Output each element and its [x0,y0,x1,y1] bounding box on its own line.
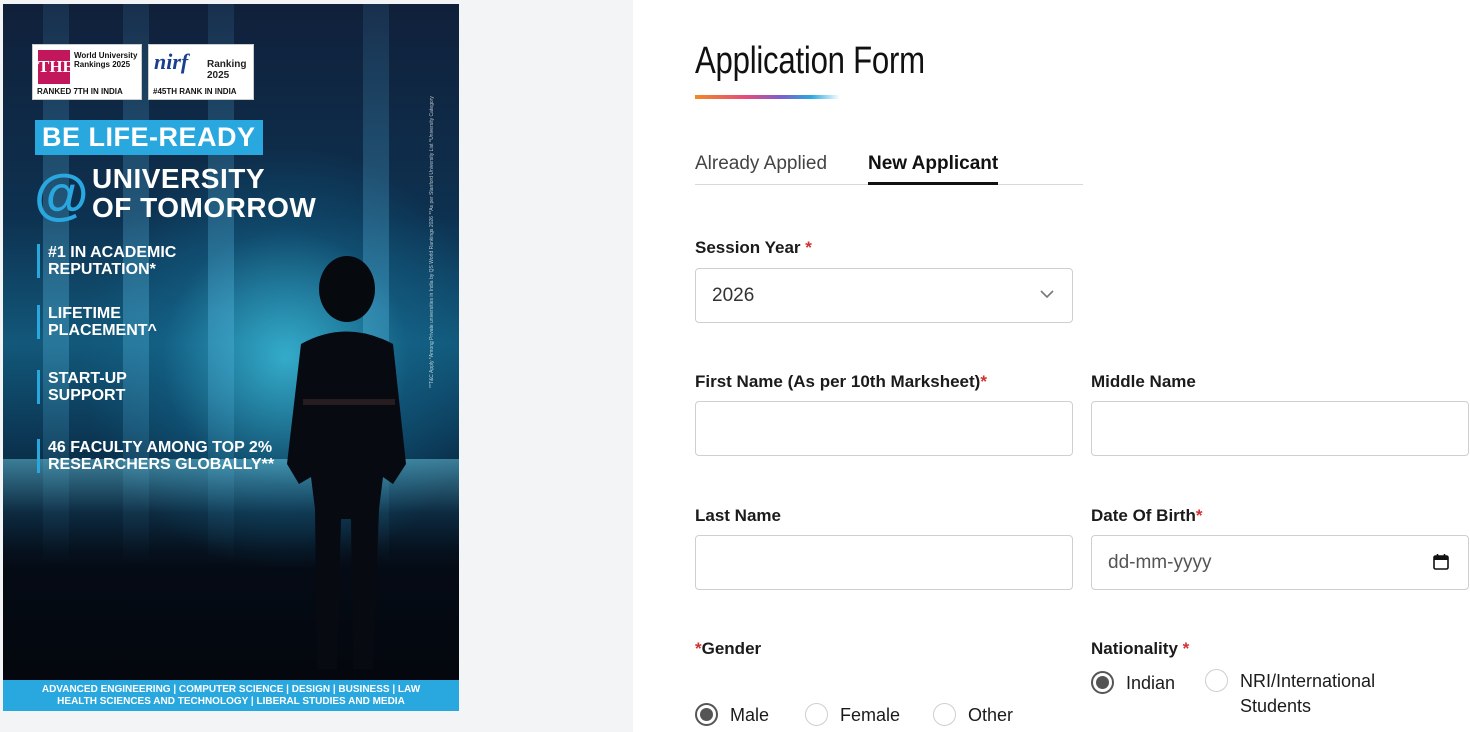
programs-line: ADVANCED ENGINEERING | COMPUTER SCIENCE … [41,684,421,695]
student-silhouette [287,256,406,669]
gender-option-male[interactable]: Male [695,703,769,728]
page-title: Application Form [695,40,925,82]
label-text: Date Of Birth [1091,506,1196,525]
nirf-ranking-badge: nirf Ranking 2025 #45TH RANK IN INDIA [148,44,254,100]
poster-university-line2: OF TOMORROW [92,192,317,223]
gender-option-other[interactable]: Other [933,703,1013,728]
nirf-logo: nirf [154,49,189,74]
first-name-input[interactable] [695,401,1073,456]
chevron-down-icon [1040,290,1054,299]
poster-highlight: START-UP SUPPORT [37,370,127,404]
required-marker: * [805,238,812,257]
poster-highlight: 46 FACULTY AMONG TOP 2% RESEARCHERS GLOB… [37,439,274,473]
label-text: Session Year [695,238,801,257]
highlight-line: #1 IN ACADEMIC [48,244,177,261]
radio-label-line: Students [1240,696,1312,716]
label-text: Nationality [1091,639,1178,658]
label-text: Last Name [695,506,781,525]
highlight-line: RESEARCHERS GLOBALLY** [48,456,275,473]
label-text: Middle Name [1091,372,1196,391]
radio-label: Other [968,705,1014,725]
radio-label: Female [840,705,901,725]
session-year-select[interactable]: 2026 [695,268,1073,323]
required-marker: * [695,639,702,658]
programs-line: HEALTH SCIENCES AND TECHNOLOGY | LIBERAL… [57,696,405,707]
radio-label: Indian [1126,673,1176,693]
tab-new-applicant[interactable]: New Applicant [868,153,999,185]
poster-programs-footer: ADVANCED ENGINEERING | COMPUTER SCIENCE … [3,680,459,711]
applicant-tabs: Already Applied New Applicant [695,150,1083,185]
the-logo: THE [38,50,74,84]
label-text: First Name (As per 10th Marksheet) [695,372,981,391]
nirf-ranking-text: Ranking 2025 [207,59,246,81]
the-badge-title: World University Rankings 2025 [74,51,138,69]
required-marker: * [980,372,987,391]
nirf-ranking-label: Ranking [207,59,247,70]
gender-option-female[interactable]: Female [805,703,900,728]
promo-poster: THE World University Rankings 2025 RANKE… [3,4,459,711]
highlight-line: SUPPORT [48,387,126,404]
highlight-line: PLACEMENT^ [48,322,157,339]
required-marker: * [1195,506,1203,525]
the-ranking-badge: THE World University Rankings 2025 RANKE… [32,44,142,100]
poster-footnote: **T&C Apply *Among Private universities … [429,96,435,388]
highlight-line: REPUTATION* [48,261,156,278]
radio-checked-icon[interactable] [1091,671,1114,694]
highlight-line: 46 FACULTY AMONG TOP 2% [48,439,273,456]
tab-already-applied[interactable]: Already Applied [695,153,827,175]
label-text: Gender [701,639,762,658]
radio-label: NRI/International Students [1240,669,1375,719]
date-of-birth-input[interactable]: dd-mm-yyyy [1091,535,1469,590]
nationality-option-indian[interactable]: Indian [1091,671,1175,696]
radio-label-line: NRI/International [1240,671,1376,691]
poster-university-line1: UNIVERSITY [92,163,266,194]
last-name-input[interactable] [695,535,1073,590]
dob-label: Date Of Birth* [1091,506,1202,526]
title-underline [695,95,840,99]
radio-unchecked-icon[interactable] [1205,669,1228,692]
first-name-label: First Name (As per 10th Marksheet)* [695,372,987,392]
required-marker: * [1182,639,1190,658]
nationality-label: Nationality * [1091,639,1189,659]
dob-placeholder: dd-mm-yyyy [1108,552,1212,573]
at-icon: @ [34,162,89,225]
radio-unchecked-icon[interactable] [933,703,956,726]
the-badge-footer: RANKED 7TH IN INDIA [37,87,123,96]
gender-label: *Gender [695,639,761,659]
poster-highlight: LIFETIME PLACEMENT^ [37,305,157,339]
radio-checked-icon[interactable] [695,703,718,726]
poster-highlight: #1 IN ACADEMIC REPUTATION* [37,244,176,278]
middle-name-input[interactable] [1091,401,1469,456]
radio-unchecked-icon[interactable] [805,703,828,726]
highlight-line: START-UP [48,370,127,387]
session-year-label: Session Year * [695,238,812,258]
radio-label: Male [730,705,770,725]
last-name-label: Last Name [695,506,781,526]
calendar-icon[interactable] [1432,553,1450,571]
nirf-badge-footer: #45TH RANK IN INDIA [153,87,237,96]
highlight-line: LIFETIME [48,305,121,322]
session-year-value: 2026 [712,285,755,306]
poster-headline: BE LIFE-READY [35,120,263,155]
middle-name-label: Middle Name [1091,372,1196,392]
nationality-option-nri[interactable]: NRI/International Students [1205,669,1375,719]
nirf-ranking-year: 2025 [207,70,230,81]
